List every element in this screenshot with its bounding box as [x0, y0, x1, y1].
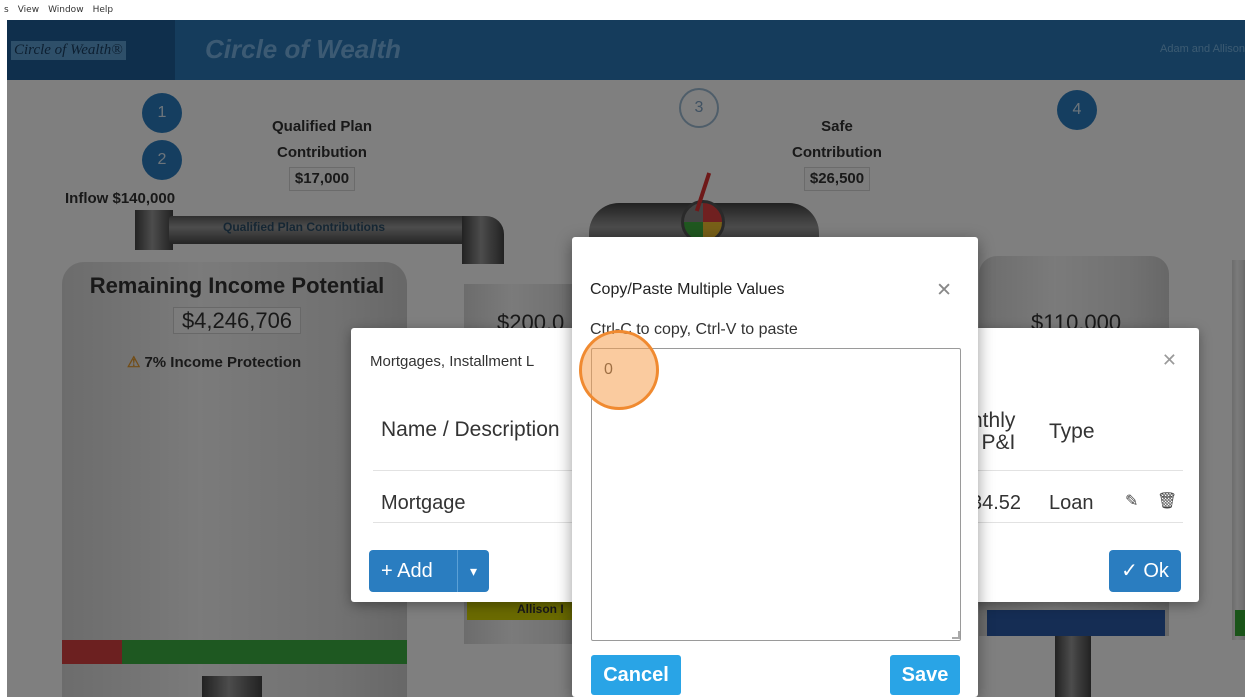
menu-item-window[interactable]: Window: [48, 5, 84, 15]
os-menubar: s View Window Help: [0, 0, 1245, 20]
add-button-label: + Add: [381, 559, 433, 582]
menu-item-view[interactable]: View: [18, 5, 39, 15]
row-amount: 34.52: [971, 492, 1022, 514]
edit-icon[interactable]: ✎: [1125, 491, 1138, 511]
col-name-header: Name / Description: [381, 418, 560, 441]
window-edge: [0, 20, 7, 697]
mortgages-modal-title: Mortgages, Installment L: [370, 353, 535, 370]
close-icon[interactable]: ✕: [1162, 350, 1177, 371]
ok-button[interactable]: ✓ Ok: [1109, 550, 1181, 592]
add-button[interactable]: + Add ▾: [369, 550, 489, 592]
close-icon[interactable]: ✕: [936, 279, 952, 302]
menu-item-help[interactable]: Help: [93, 5, 114, 15]
trash-icon[interactable]: 🗑: [1157, 491, 1177, 511]
row-type: Loan: [1049, 492, 1094, 514]
save-button[interactable]: Save: [890, 655, 960, 695]
copy-paste-dialog: Copy/Paste Multiple Values ✕ Ctrl-C to c…: [572, 237, 978, 697]
cancel-button[interactable]: Cancel: [591, 655, 681, 695]
menu-item-s[interactable]: s: [4, 5, 9, 15]
app-window: Circle of Wealth® Circle of Wealth Adam …: [7, 20, 1245, 697]
col-type-header: Type: [1049, 420, 1095, 443]
resize-handle-icon[interactable]: [952, 631, 960, 639]
dialog-title: Copy/Paste Multiple Values: [590, 281, 785, 298]
chevron-down-icon[interactable]: ▾: [457, 550, 489, 592]
click-highlight-marker: [579, 330, 659, 410]
row-name: Mortgage: [381, 492, 466, 514]
